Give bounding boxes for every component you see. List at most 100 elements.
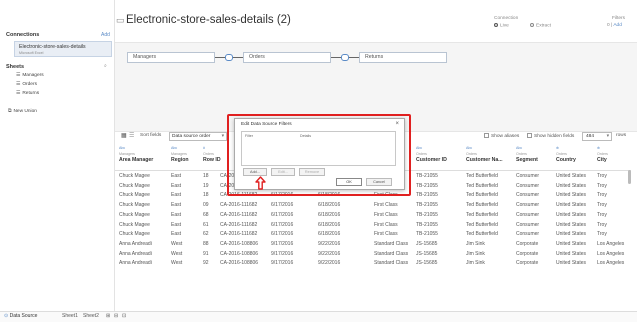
table-cell: United States (556, 231, 587, 238)
radio-selected-icon (494, 23, 498, 27)
radio-icon (530, 23, 534, 27)
table-cell: First Class (374, 202, 398, 209)
column-header[interactable]: Abc Managers Region (171, 146, 189, 163)
rows-input[interactable]: 484 ▾ (582, 132, 612, 141)
table-cell: TB-21055 (416, 211, 438, 218)
new-dashboard-icon[interactable]: ⊟ (114, 313, 118, 319)
connection-name: Electronic-store-sales-details (19, 44, 86, 50)
column-header[interactable]: Abc Orders Customer Na... (466, 146, 503, 163)
column-header[interactable]: # Orders Row ID (203, 146, 221, 163)
table-cell: Consumer (516, 173, 540, 179)
join-icon[interactable] (225, 54, 233, 61)
table-cell: East (171, 173, 182, 179)
table-cell: Troy (597, 173, 607, 179)
table-cell: CA-2016-111682 (220, 202, 258, 209)
table-cell: 6/17/2016 (271, 211, 294, 218)
sheet-item-managers[interactable]: ☰ Managers (16, 73, 44, 78)
rows-label: rows (616, 133, 627, 138)
datasource-tab-icon: ⊙ (4, 313, 9, 319)
column-header[interactable]: Abc Orders Customer ID (416, 146, 447, 163)
table-cell: East (171, 202, 182, 209)
table-cell: Ted Butterfield (466, 221, 498, 228)
add-connection-link[interactable]: Add (101, 32, 110, 38)
column-header[interactable]: Abc Managers Area Manager (119, 146, 153, 163)
connection-item[interactable]: Electronic-store-sales-details Microsoft… (14, 41, 112, 57)
table-cell: TB-21055 (416, 221, 438, 228)
new-sheet-icon[interactable]: ⊞ (106, 313, 110, 319)
table-cell: Los Angeles (597, 240, 625, 247)
search-icon[interactable]: ⌕ (104, 63, 107, 69)
canvas-table-managers[interactable]: Managers (127, 52, 215, 63)
column-name: City (597, 157, 607, 163)
table-cell: Standard Class (374, 260, 409, 267)
connection-type: Microsoft Excel (19, 51, 44, 55)
vertical-scrollbar[interactable] (628, 170, 631, 184)
sort-fields-select[interactable]: Data source order ▾ (169, 132, 227, 141)
chevron-down-icon: ▾ (221, 134, 224, 139)
show-aliases-checkbox[interactable]: Show aliases (484, 133, 519, 139)
live-radio[interactable]: Live (494, 23, 509, 28)
table-cell: Consumer (516, 231, 540, 238)
table-cell: 9/22/2016 (318, 260, 341, 267)
table-cell: Troy (597, 192, 607, 199)
connection-label: Connection (494, 16, 519, 21)
column-name: Area Manager (119, 157, 154, 163)
table-cell: 61 (203, 221, 209, 228)
show-hidden-checkbox[interactable]: Show hidden fields (527, 133, 574, 139)
table-cell: 6/18/2016 (318, 202, 341, 209)
table-cell: First Class (374, 211, 398, 218)
column-name: Customer ID (416, 157, 447, 163)
table-icon: ☰ (16, 82, 21, 87)
grid-view-icon[interactable]: ▦ (121, 132, 127, 139)
table-cell: TB-21055 (416, 202, 438, 209)
table-cell: 19 (203, 182, 209, 189)
table-cell: Ted Butterfield (466, 211, 498, 218)
filters-label: Filters (612, 16, 626, 21)
table-cell: Chuck Magee (119, 192, 150, 199)
table-cell: Chuck Magee (119, 173, 150, 179)
column-header[interactable]: ⊕ Orders City (597, 146, 608, 163)
table-cell: Los Angeles (597, 260, 625, 267)
table-cell: 6/17/2016 (271, 221, 294, 228)
list-view-icon[interactable]: ☰ (129, 132, 134, 139)
table-cell: 6/18/2016 (318, 211, 341, 218)
sheet-item-orders[interactable]: ☰ Orders (16, 82, 37, 87)
show-aliases-label: Show aliases (491, 133, 520, 139)
table-cell: Jim Sink (466, 240, 485, 247)
table-cell: 91 (203, 250, 209, 257)
table-cell: Corporate (516, 260, 539, 267)
table-cell: TB-21055 (416, 182, 438, 189)
add-filter-link[interactable]: Add (613, 23, 622, 28)
canvas-table-orders[interactable]: Orders (243, 52, 331, 63)
new-union-item[interactable]: ⧉ New Union (8, 108, 37, 114)
table-cell: CA-2016-108806 (220, 260, 259, 267)
table-cell: Ted Butterfield (466, 192, 498, 199)
show-hidden-label: Show hidden fields (534, 133, 575, 139)
column-name: Region (171, 157, 189, 163)
new-story-icon[interactable]: ⊡ (122, 313, 126, 319)
join-icon[interactable] (341, 54, 349, 61)
table-cell: CA-2016-108806 (220, 250, 259, 257)
extract-radio[interactable]: Extract (530, 23, 551, 28)
table-cell: Ted Butterfield (466, 173, 498, 179)
table-cell: CA-2016-111682 (220, 211, 258, 218)
chevron-down-icon: ▾ (606, 134, 609, 139)
table-cell: Troy (597, 231, 607, 238)
sheet-item-returns[interactable]: ☰ Returns (16, 91, 39, 96)
table-cell: First Class (374, 231, 398, 238)
column-header[interactable]: ⊕ Orders Country (556, 146, 576, 163)
table-cell: 9/17/2016 (271, 240, 294, 247)
table-cell: Ted Butterfield (466, 231, 498, 238)
page-title[interactable]: Electronic-store-sales-details (2) (126, 14, 291, 26)
tab-sheet1[interactable]: Sheet1 (62, 313, 78, 319)
tab-sheet2[interactable]: Sheet2 (83, 313, 99, 319)
canvas-table-returns[interactable]: Returns (359, 52, 447, 63)
tab-data-source[interactable]: ⊙ Data Source (4, 313, 37, 319)
arrow-up-icon (255, 176, 266, 190)
table-cell: East (171, 231, 182, 238)
column-name: Country (556, 157, 576, 163)
table-cell: JS-15685 (416, 260, 438, 267)
table-cell: Consumer (516, 182, 540, 189)
column-header[interactable]: Abc Orders Segment (516, 146, 538, 163)
datasource-icon: ▭ (116, 15, 125, 25)
